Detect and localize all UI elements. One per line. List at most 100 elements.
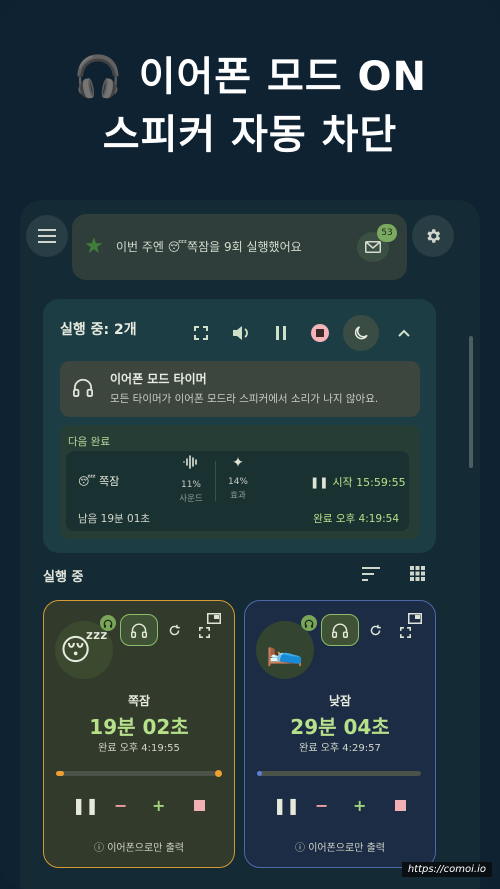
headline-line-1: 🎧 이어폰 모드 ON <box>72 54 428 100</box>
remaining-time: 남음 19분 01초 <box>78 513 151 525</box>
earphone-indicator-icon <box>301 615 317 631</box>
headline-line-2: 스피커 자동 차단 <box>102 112 398 158</box>
progress-end-dot <box>215 770 222 777</box>
stat-divider <box>215 461 216 501</box>
collapse-button[interactable] <box>386 315 422 351</box>
stop-all-button[interactable] <box>302 315 338 351</box>
volume-button[interactable] <box>223 315 259 351</box>
progress-fill <box>257 771 262 776</box>
output-info: ⓘ 이어폰으로만 출력 <box>245 839 435 854</box>
fullscreen-icon <box>199 627 210 638</box>
pause-button[interactable]: ❚❚ <box>72 796 99 815</box>
progress-bar[interactable] <box>257 771 421 776</box>
fullscreen-button[interactable] <box>183 315 219 351</box>
timer-remaining: 19분 02초 <box>89 715 189 739</box>
restart-icon <box>370 624 381 636</box>
notice-text: 이번 주엔 😴쪽잠을 9회 실행했어요 <box>116 240 302 254</box>
pause-icon: ❚❚ <box>310 476 329 489</box>
info-icon: ⓘ <box>94 843 108 854</box>
effect-percent: 14% <box>227 477 248 487</box>
chevron-up-icon <box>398 329 410 337</box>
sort-button[interactable] <box>362 566 380 585</box>
output-info-text: 이어폰으로만 출력 <box>107 843 184 854</box>
stop-button[interactable] <box>395 800 406 811</box>
moon-icon <box>354 326 368 340</box>
minus-icon: − <box>315 796 329 815</box>
restart-button[interactable] <box>369 622 382 641</box>
headphones-icon <box>73 378 93 397</box>
plus-time-button[interactable]: + <box>152 796 165 815</box>
pause-icon <box>276 326 286 340</box>
mail-icon <box>365 241 381 253</box>
stop-icon <box>395 800 406 811</box>
scrollbar[interactable] <box>469 336 473 468</box>
earphone-toggle-button[interactable] <box>321 614 359 646</box>
running-panel: 실행 중: 2개 이어폰 모드 타이머 모든 타이머가 이어폰 모드라 스피커에… <box>43 299 436 553</box>
plus-icon: + <box>152 796 166 815</box>
output-info: ⓘ 이어폰으로만 출력 <box>44 839 234 854</box>
sort-icon <box>362 567 380 581</box>
timer-card-nap-short[interactable]: 😴 쪽잠 19분 02초 완료 오후 4:19:55 ❚❚ − + ⓘ 이어폰으… <box>43 600 235 868</box>
settings-button[interactable] <box>412 215 454 257</box>
grid-icon <box>410 566 425 581</box>
earphone-toggle-button[interactable] <box>120 614 158 646</box>
next-done-name: 😴 쪽잠 <box>78 475 120 488</box>
minus-time-button[interactable]: − <box>114 796 127 815</box>
earphone-mode-description: 모든 타이머가 이어폰 모드라 스피커에서 소리가 나지 않아요. <box>110 393 379 405</box>
next-done-label: 다음 완료 <box>68 436 110 448</box>
restart-button[interactable] <box>168 622 181 641</box>
minus-time-button[interactable]: − <box>315 796 328 815</box>
plus-icon: + <box>353 796 367 815</box>
info-icon: ⓘ <box>295 843 309 854</box>
pause-all-button[interactable] <box>263 315 299 351</box>
next-done-box: 다음 완료 😴 쪽잠 11% 사운드 ✦ 14% 효과 ❚❚ 시작 15:59:… <box>60 425 420 539</box>
grid-view-button[interactable] <box>410 566 425 585</box>
progress-fill <box>56 771 65 776</box>
next-done-timer[interactable]: 😴 쪽잠 11% 사운드 ✦ 14% 효과 ❚❚ 시작 15:59:55 남음 … <box>66 451 409 531</box>
weekly-notice[interactable]: ★ 이번 주엔 😴쪽잠을 9회 실행했어요 53 <box>72 214 407 280</box>
gear-icon <box>427 229 441 243</box>
star-icon: ★ <box>84 234 104 259</box>
stop-button[interactable] <box>194 800 205 811</box>
effect-stat: ✦ 14% 효과 <box>221 455 255 501</box>
picture-in-picture-icon <box>207 613 221 624</box>
end-time: 완료 오후 4:19:54 <box>313 513 399 525</box>
earphone-mode-card: 이어폰 모드 타이머 모든 타이머가 이어폰 모드라 스피커에서 소리가 나지 … <box>60 361 420 417</box>
sound-stat: 11% 사운드 <box>174 455 208 504</box>
menu-icon <box>38 229 56 243</box>
fullscreen-icon <box>194 326 208 340</box>
sleep-mode-button[interactable] <box>343 315 379 351</box>
timer-end-time: 완료 오후 4:19:55 <box>98 743 180 754</box>
earphone-mode-title: 이어폰 모드 타이머 <box>110 372 207 386</box>
section-title: 실행 중 <box>43 570 84 585</box>
effect-label: 효과 <box>230 491 246 501</box>
minus-icon: − <box>114 796 128 815</box>
restart-icon <box>169 624 180 636</box>
sound-wave-icon <box>183 455 197 469</box>
app-frame: 🎧 이어폰 모드 ON 스피커 자동 차단 ★ 이번 주엔 😴쪽잠을 9회 실행… <box>0 0 500 889</box>
fullscreen-icon <box>400 627 411 638</box>
running-count-title: 실행 중: 2개 <box>60 322 137 338</box>
menu-button[interactable] <box>26 215 68 257</box>
sound-percent: 11% <box>180 480 201 490</box>
picture-in-picture-icon <box>408 613 422 624</box>
timer-card-nap-long[interactable]: 🛌 낮잠 29분 04초 완료 오후 4:29:57 ❚❚ − + ⓘ 이어폰으… <box>244 600 436 868</box>
next-done-start[interactable]: ❚❚ 시작 15:59:55 <box>310 474 406 490</box>
pause-icon: ❚❚ <box>273 796 300 815</box>
pip-button[interactable] <box>408 609 422 628</box>
timer-name: 낮잠 <box>328 694 352 708</box>
pip-button[interactable] <box>207 609 221 628</box>
earphone-indicator-icon <box>100 615 116 631</box>
stop-icon <box>194 800 205 811</box>
watermark: https://comoi.io <box>401 862 492 877</box>
progress-bar[interactable] <box>56 770 222 777</box>
plus-time-button[interactable]: + <box>353 796 366 815</box>
pause-button[interactable]: ❚❚ <box>273 796 300 815</box>
phone-screen: ★ 이번 주엔 😴쪽잠을 9회 실행했어요 53 실행 중: 2개 이어폰 모드… <box>20 200 480 889</box>
stop-icon <box>311 324 329 342</box>
headphones-icon <box>131 623 147 638</box>
mail-button[interactable]: 53 <box>357 224 397 262</box>
output-info-text: 이어폰으로만 출력 <box>308 843 385 854</box>
sound-label: 사운드 <box>179 494 203 504</box>
mail-badge: 53 <box>377 224 397 242</box>
